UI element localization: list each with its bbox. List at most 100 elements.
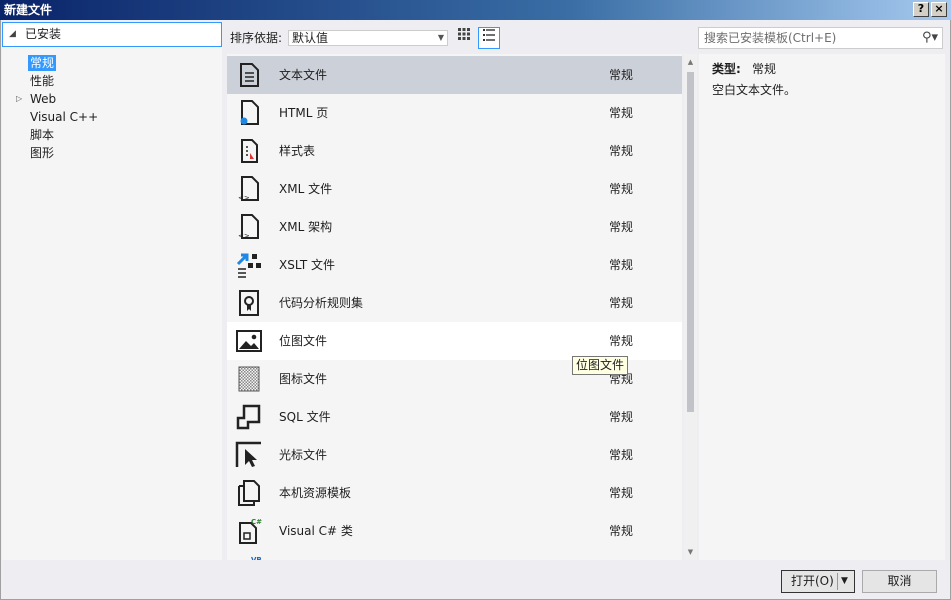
template-name: XML 架构	[279, 220, 333, 234]
template-row-resource-template[interactable]: 本机资源模板 常规	[227, 474, 682, 512]
window-title: 新建文件	[4, 3, 53, 17]
template-name: SQL 文件	[279, 410, 331, 424]
template-row-xml-schema[interactable]: <> XML 架构 常规	[227, 208, 682, 246]
icon-file-icon	[238, 366, 260, 392]
template-row-bitmap[interactable]: 位图文件 常规	[227, 322, 682, 360]
template-row-cursor-file[interactable]: 光标文件 常规	[227, 436, 682, 474]
template-category: 常规	[609, 486, 634, 500]
sql-file-icon	[236, 404, 261, 430]
csharp-class-icon: C#	[239, 518, 262, 544]
xml-schema-icon: <>	[238, 214, 259, 240]
template-category: 常规	[609, 334, 634, 348]
template-category: 常规	[609, 182, 634, 196]
search-icon[interactable]: ⚲▾	[922, 28, 938, 48]
installed-node[interactable]: ◢ 已安装	[2, 22, 222, 47]
template-row-sql-file[interactable]: SQL 文件 常规	[227, 398, 682, 436]
hover-tooltip: 位图文件	[572, 356, 629, 375]
xslt-file-icon	[236, 253, 261, 278]
stylesheet-icon	[241, 139, 258, 163]
template-category: 常规	[609, 410, 634, 424]
cancel-button[interactable]: 取消	[862, 570, 937, 593]
split-divider	[837, 573, 838, 590]
template-row-csharp-class[interactable]: C# Visual C# 类 常规	[227, 512, 682, 550]
svg-text:VB: VB	[251, 556, 262, 560]
tree-item-label: 性能	[30, 74, 55, 88]
sort-value: 默认值	[292, 31, 329, 45]
template-name: XSLT 文件	[279, 258, 336, 272]
template-category: 常规	[609, 296, 634, 310]
template-row-xslt-file[interactable]: XSLT 文件 常规	[227, 246, 682, 284]
template-category: 常规	[609, 258, 634, 272]
template-category: 常规	[609, 220, 634, 234]
open-button[interactable]: 打开(O) ▼	[781, 570, 855, 593]
resource-template-icon	[238, 480, 260, 506]
xml-file-icon: <>	[238, 176, 259, 202]
template-row-ruleset[interactable]: 代码分析规则集 常规	[227, 284, 682, 322]
expand-triangle-icon[interactable]: ▷	[16, 91, 22, 107]
ruleset-icon	[239, 290, 259, 316]
template-name: XML 文件	[279, 182, 333, 196]
window-titlebar: 新建文件	[0, 0, 951, 20]
tree-item-label: Web	[30, 92, 57, 106]
tree-item-script[interactable]: 脚本	[28, 127, 56, 143]
template-row-html-page[interactable]: HTML 页 常规	[227, 94, 682, 132]
scrollbar-thumb[interactable]	[687, 72, 694, 412]
sort-label: 排序依据:	[230, 31, 283, 45]
tree-item-label: Visual C++	[30, 110, 99, 124]
template-category: 常规	[609, 524, 634, 538]
tree-item-web[interactable]: ▷ Web	[16, 91, 58, 107]
grid-view-icon	[458, 28, 470, 40]
svg-text:<>: <>	[238, 194, 250, 202]
template-details-panel	[699, 54, 945, 560]
template-row-text-file[interactable]: 文本文件 常规	[227, 56, 682, 94]
tree-item-label: 脚本	[30, 128, 55, 142]
chevron-down-icon: ▼	[437, 33, 444, 42]
template-category: 常规	[609, 144, 634, 158]
tree-item-label: 常规	[30, 56, 55, 70]
vb-class-icon: VB	[251, 556, 262, 560]
chevron-down-icon[interactable]: ▼	[841, 571, 848, 592]
template-category: 常规	[609, 106, 634, 120]
html-page-icon	[240, 100, 259, 125]
list-view-button[interactable]	[478, 27, 500, 49]
sort-dropdown[interactable]: 默认值 ▼	[288, 30, 448, 46]
template-name: 代码分析规则集	[279, 296, 364, 310]
template-name: 本机资源模板	[279, 486, 352, 500]
template-list-scrollbar[interactable]: ▲ ▼	[684, 54, 697, 560]
bitmap-icon	[236, 330, 262, 352]
help-button[interactable]: ?	[913, 2, 929, 17]
type-label: 类型:	[712, 62, 741, 76]
template-name: 样式表	[279, 144, 316, 158]
tree-item-performance[interactable]: 性能	[28, 73, 56, 89]
list-view-icon	[483, 29, 495, 41]
search-placeholder: 搜索已安装模板(Ctrl+E)	[704, 31, 837, 45]
svg-text:<>: <>	[238, 232, 250, 240]
installed-label: 已安装	[25, 27, 62, 41]
svg-text:C#: C#	[251, 518, 262, 526]
template-name: 图标文件	[279, 372, 328, 386]
cursor-file-icon	[235, 441, 261, 467]
template-row-stylesheet[interactable]: 样式表 常规	[227, 132, 682, 170]
scroll-up-icon[interactable]: ▲	[684, 56, 697, 68]
template-name: Visual C# 类	[279, 524, 353, 538]
search-templates-input[interactable]: 搜索已安装模板(Ctrl+E) ⚲▾	[698, 27, 943, 49]
open-button-label: 打开(O)	[791, 574, 834, 588]
template-description: 空白文本文件。	[712, 83, 797, 97]
template-name: 位图文件	[279, 334, 328, 348]
tree-item-graphics[interactable]: 图形	[28, 145, 56, 161]
template-name: 光标文件	[279, 448, 328, 462]
template-category: 常规	[609, 68, 634, 82]
tree-item-general[interactable]: 常规	[28, 55, 57, 71]
scroll-down-icon[interactable]: ▼	[684, 546, 697, 558]
template-category: 常规	[609, 448, 634, 462]
template-list: 文本文件 常规 HTML 页 常规 样式表 常规 <> XML 文件 常规 <>…	[227, 54, 682, 560]
template-row-xml-file[interactable]: <> XML 文件 常规	[227, 170, 682, 208]
text-file-icon	[240, 63, 259, 87]
tree-item-visual-cpp[interactable]: Visual C++	[28, 109, 100, 125]
tree-item-label: 图形	[30, 146, 55, 160]
template-row-partial[interactable]: VB	[227, 550, 682, 560]
close-button[interactable]: ×	[931, 2, 947, 17]
collapse-triangle-icon[interactable]: ◢	[9, 23, 16, 46]
type-value: 常规	[752, 62, 777, 76]
small-icons-view-button[interactable]	[453, 27, 475, 49]
